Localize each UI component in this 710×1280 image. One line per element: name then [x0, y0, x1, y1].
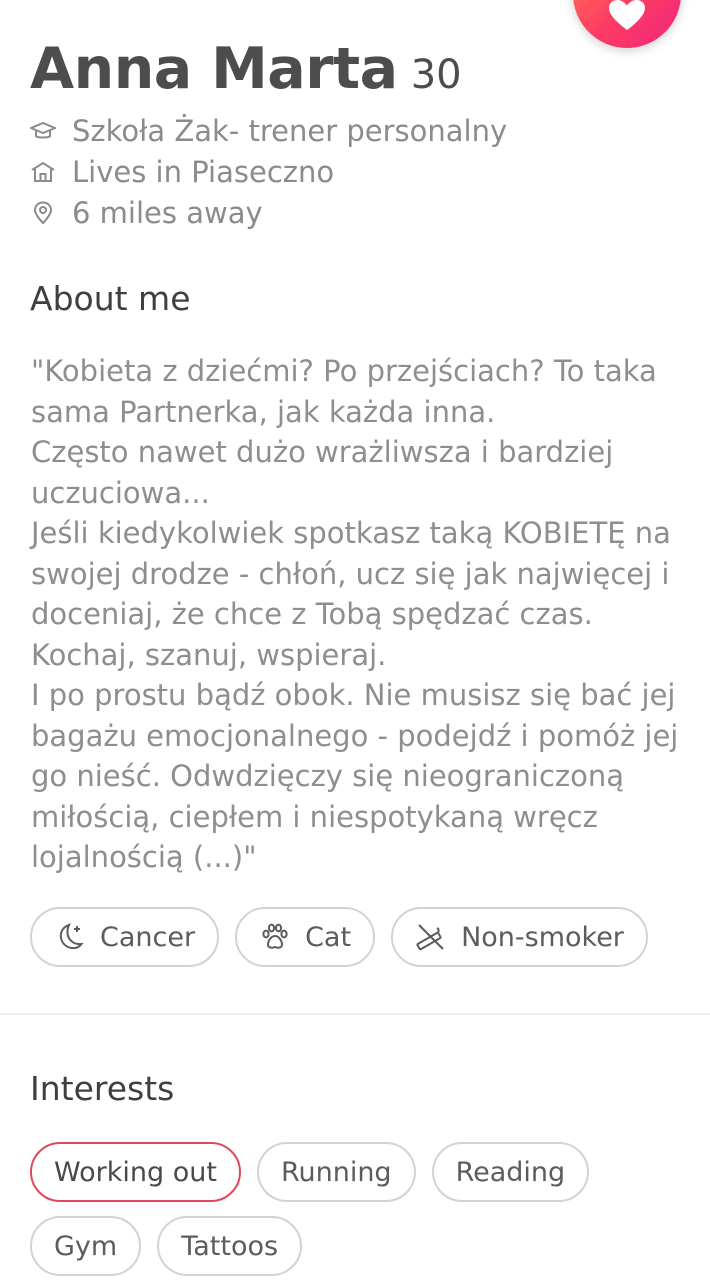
chip-zodiac-label: Cancer	[100, 921, 196, 953]
lives-text: Lives in Piaseczno	[72, 155, 335, 189]
interest-tags: Working out Running Reading Gym Tattoos	[30, 1142, 700, 1276]
location-pin-icon	[30, 200, 56, 226]
chip-pets: Cat	[235, 907, 376, 967]
section-divider	[0, 1013, 710, 1015]
basics-chips: Cancer Cat Non-smoker	[30, 907, 648, 967]
about-me-heading: About me	[30, 279, 191, 318]
heart-icon	[609, 0, 645, 30]
bio-text: "Kobieta z dziećmi? Po przejściach? To t…	[31, 354, 679, 874]
like-button[interactable]	[573, 0, 681, 48]
interest-tag: Reading	[431, 1142, 590, 1202]
moon-star-icon	[54, 921, 86, 953]
interest-tag: Running	[256, 1142, 416, 1202]
interest-tag: Working out	[30, 1142, 241, 1202]
interests-heading: Interests	[30, 1069, 175, 1108]
interest-tag: Gym	[30, 1216, 142, 1276]
home-icon	[30, 159, 56, 185]
lives-row: Lives in Piaseczno	[30, 155, 334, 189]
distance-text: 6 miles away	[72, 196, 263, 230]
chip-pets-label: Cat	[305, 921, 352, 953]
paw-icon	[259, 921, 291, 953]
job-text: Szkoła Żak- trener personalny	[72, 114, 508, 148]
chip-zodiac: Cancer	[30, 907, 220, 967]
chip-smoking-label: Non-smoker	[461, 921, 624, 953]
job-row: Szkoła Żak- trener personalny	[30, 114, 507, 148]
no-smoking-icon	[415, 921, 447, 953]
distance-row: 6 miles away	[30, 196, 263, 230]
profile-age: 30	[410, 52, 462, 98]
graduation-cap-icon	[30, 118, 56, 144]
chip-smoking: Non-smoker	[391, 907, 648, 967]
profile-header: Anna Marta 30	[30, 36, 462, 102]
interest-tag: Tattoos	[157, 1216, 303, 1276]
profile-name: Anna Marta	[30, 36, 398, 102]
